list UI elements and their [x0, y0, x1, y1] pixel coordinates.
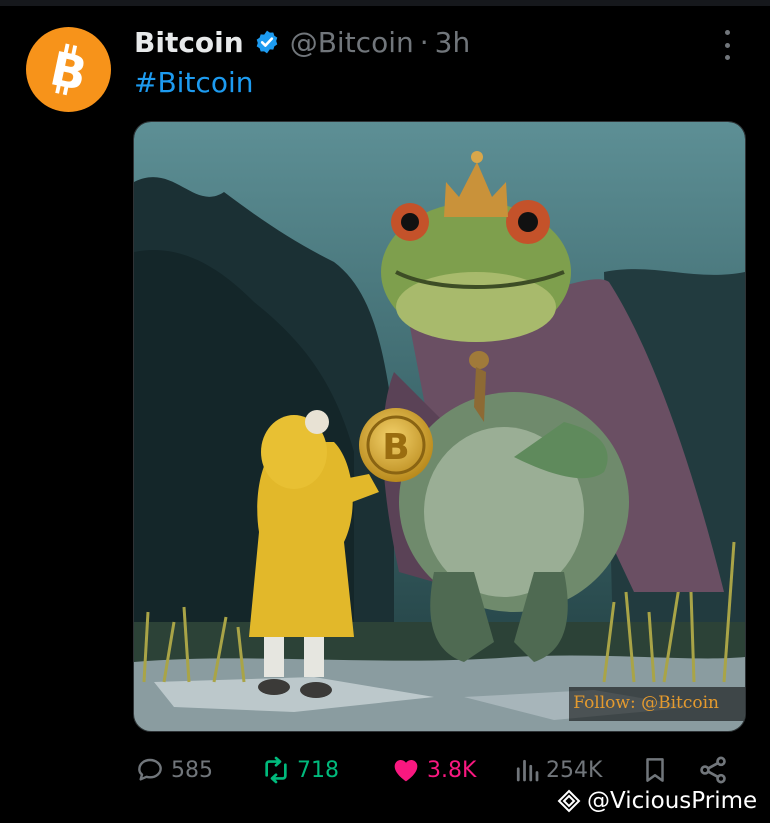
bar-chart-icon [516, 759, 539, 782]
verified-badge-icon[interactable] [254, 29, 280, 55]
like-button[interactable]: 3.8K [389, 750, 476, 790]
credit-text: @ViciousPrime [587, 788, 758, 814]
repost-icon [265, 756, 287, 784]
separator-dot: · [419, 25, 429, 59]
top-divider [0, 0, 770, 6]
image-watermark: Follow: @Bitcoin [573, 693, 719, 713]
heart-icon [394, 760, 418, 782]
post-hashtag-link[interactable]: #Bitcoin [134, 66, 253, 99]
post-header: Bitcoin @Bitcoin · 3h [134, 22, 470, 62]
reply-count: 585 [171, 757, 213, 783]
repost-button[interactable]: 718 [259, 750, 339, 790]
bookmark-icon [646, 758, 664, 782]
reply-bubble-icon [138, 758, 162, 781]
bitcoin-logo-icon: B [45, 41, 91, 101]
like-count: 3.8K [427, 757, 477, 783]
post-timestamp[interactable]: 3h [435, 26, 471, 59]
reply-button[interactable]: 585 [133, 750, 213, 790]
share-icon [700, 756, 726, 784]
diamond-logo-icon [557, 789, 581, 813]
author-avatar[interactable]: B [26, 27, 111, 112]
frog-king-painting: B [134, 122, 745, 731]
svg-text:B: B [382, 427, 409, 468]
credit-watermark: @ViciousPrime [557, 783, 757, 819]
svg-text:B: B [45, 41, 91, 101]
more-vertical-icon[interactable] [716, 30, 738, 60]
view-count: 254K [546, 757, 603, 783]
post-image[interactable]: B Follow: @Bitcoin [133, 121, 746, 732]
author-name[interactable]: Bitcoin [134, 26, 244, 59]
author-handle[interactable]: @Bitcoin [290, 26, 414, 59]
repost-count: 718 [297, 757, 339, 783]
